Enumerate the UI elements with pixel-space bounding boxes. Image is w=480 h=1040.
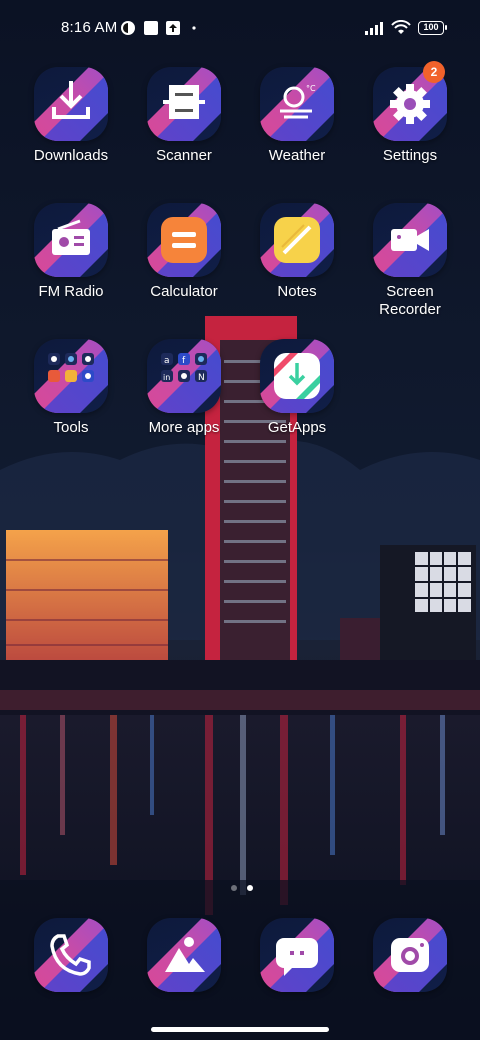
dock-messages[interactable] xyxy=(242,918,352,992)
weather-icon: °C xyxy=(280,84,316,119)
download-icon xyxy=(52,81,90,119)
app-tile xyxy=(373,918,447,992)
app-label: FM Radio xyxy=(38,283,104,300)
app-label: More apps xyxy=(148,419,220,436)
gallery-icon xyxy=(165,937,205,972)
notes-icon xyxy=(274,217,320,263)
app-label: Screen Recorder xyxy=(379,283,441,318)
app-tile: °C xyxy=(260,67,334,141)
upload-notification-icon xyxy=(166,21,180,35)
messages-icon xyxy=(276,938,318,976)
calculator-icon xyxy=(161,217,207,263)
app-label: Notes xyxy=(277,283,317,300)
notification-badge: 2 xyxy=(423,61,445,83)
app-settings[interactable]: 2 Settings xyxy=(355,61,465,165)
app-label: Calculator xyxy=(150,283,218,300)
folder-tile: a f in N xyxy=(147,339,221,413)
app-tile xyxy=(147,203,221,277)
folder-tile xyxy=(34,339,108,413)
svg-text:N: N xyxy=(198,373,205,383)
app-notes[interactable]: Notes xyxy=(242,203,352,301)
app-screen-recorder[interactable]: Screen Recorder xyxy=(355,203,465,319)
page-dot[interactable] xyxy=(231,885,237,891)
app-label: Weather xyxy=(268,147,326,164)
battery-level: 100 xyxy=(423,22,439,32)
home-indicator[interactable] xyxy=(151,1027,329,1032)
status-time: 8:16 AM xyxy=(61,19,118,36)
page-indicator[interactable] xyxy=(226,878,258,896)
wifi-icon xyxy=(391,20,411,34)
app-tile xyxy=(373,203,447,277)
page-dot-active[interactable] xyxy=(247,885,253,891)
folder-more-apps[interactable]: a f in N More apps xyxy=(129,339,239,437)
dock-camera[interactable] xyxy=(355,918,465,992)
svg-text:a: a xyxy=(164,356,170,366)
app-tile xyxy=(34,918,108,992)
app-tile xyxy=(34,203,108,277)
app-tile xyxy=(260,203,334,277)
folder-tools[interactable]: Tools xyxy=(16,339,126,437)
battery-icon: 100 xyxy=(418,21,447,35)
app-label: Tools xyxy=(53,419,89,436)
dock-phone[interactable] xyxy=(16,918,126,992)
folder-icon xyxy=(48,353,94,382)
app-weather[interactable]: °C Weather xyxy=(242,67,352,165)
signal-icon xyxy=(365,22,383,35)
video-camera-icon xyxy=(391,229,429,251)
app-getapps[interactable]: GetApps xyxy=(242,339,352,437)
folder-icon: a f in N xyxy=(161,353,207,383)
app-tile xyxy=(260,339,334,413)
app-tile xyxy=(34,67,108,141)
camera-icon xyxy=(391,938,429,972)
app-tile xyxy=(147,67,221,141)
svg-text:in: in xyxy=(163,373,170,382)
phone-icon xyxy=(50,934,91,976)
app-label: Settings xyxy=(382,147,438,164)
app-tile xyxy=(260,918,334,992)
svg-text:°C: °C xyxy=(306,84,316,93)
dot-icon xyxy=(192,26,196,30)
app-scanner[interactable]: Scanner xyxy=(129,67,239,165)
app-label: Downloads xyxy=(33,147,109,164)
radio-icon xyxy=(52,219,90,255)
image-notification-icon xyxy=(144,21,158,35)
app-fm-radio[interactable]: FM Radio xyxy=(16,203,126,301)
app-calculator[interactable]: Calculator xyxy=(129,203,239,301)
dock-gallery[interactable] xyxy=(129,918,239,992)
app-label: Scanner xyxy=(156,147,212,164)
app-label: GetApps xyxy=(267,419,327,436)
app-downloads[interactable]: Downloads xyxy=(16,67,126,165)
getapps-icon xyxy=(274,353,320,399)
scanner-icon xyxy=(163,85,205,119)
status-bar: 8:16 AM 100 xyxy=(0,0,480,56)
app-tile xyxy=(147,918,221,992)
notification-app-icon xyxy=(121,21,135,35)
